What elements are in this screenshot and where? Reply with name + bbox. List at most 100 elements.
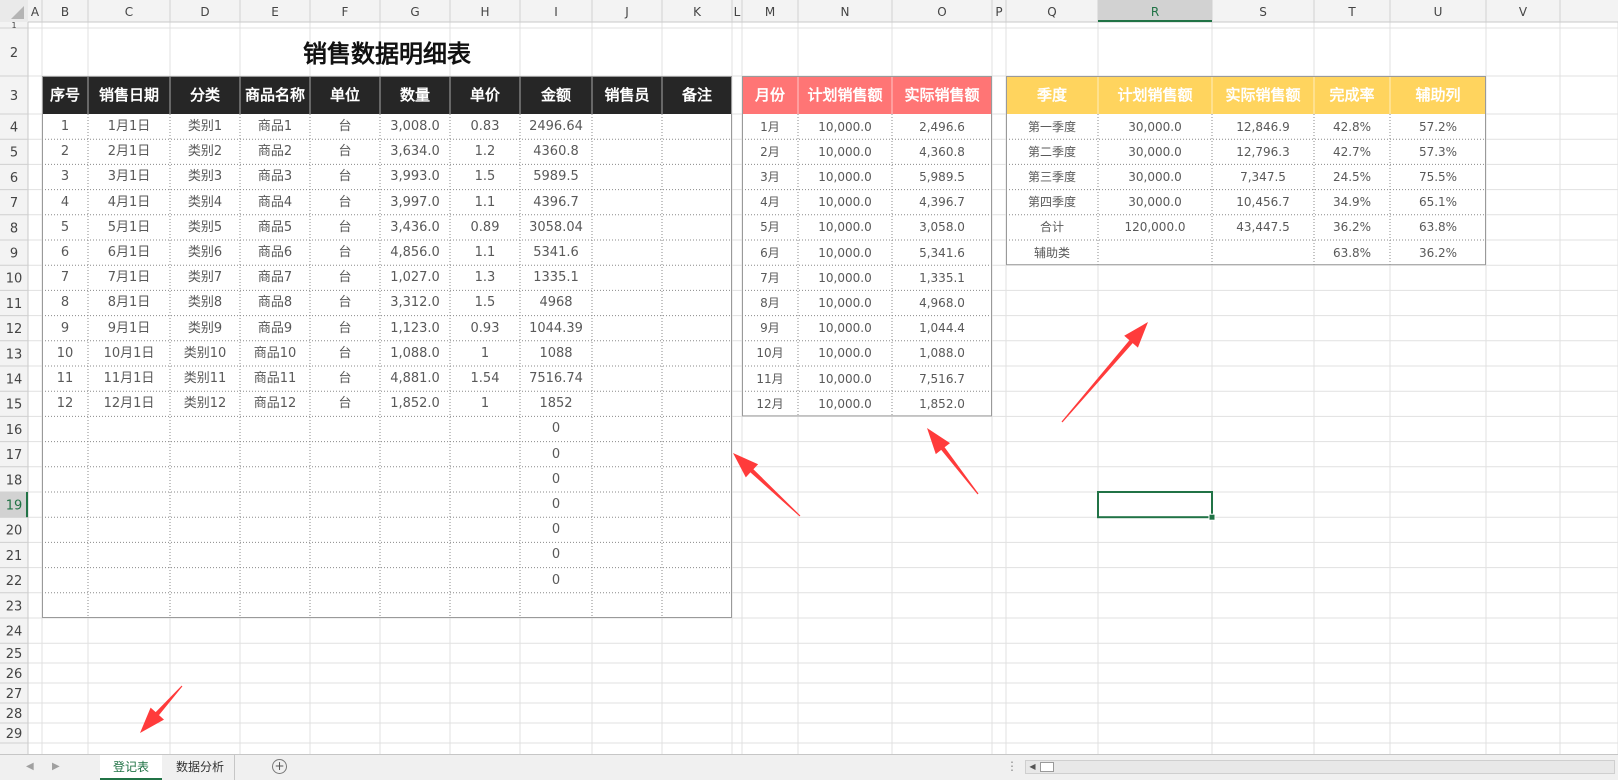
table1-cell[interactable]: 台 xyxy=(310,240,380,265)
table1-cell[interactable]: 类别8 xyxy=(170,290,240,315)
table3-cell[interactable]: 7,347.5 xyxy=(1212,164,1314,189)
table1-cell[interactable]: 3,997.0 xyxy=(380,190,450,215)
table2-cell[interactable]: 2月 xyxy=(742,139,798,164)
fill-handle[interactable] xyxy=(1208,513,1216,521)
table3-cell[interactable]: 43,447.5 xyxy=(1212,215,1314,240)
table2-cell[interactable]: 10,000.0 xyxy=(798,366,892,391)
table2-cell[interactable]: 8月 xyxy=(742,290,798,315)
table1-cell[interactable]: 商品8 xyxy=(240,290,310,315)
table1-cell[interactable]: 3,993.0 xyxy=(380,164,450,189)
table1-cell[interactable]: 类别4 xyxy=(170,190,240,215)
table1-cell[interactable]: 7月1日 xyxy=(88,265,170,290)
table1-cell[interactable]: 10月1日 xyxy=(88,341,170,366)
table1-cell[interactable]: 台 xyxy=(310,290,380,315)
table1-cell[interactable]: 1.2 xyxy=(450,139,520,164)
table3-cell[interactable]: 75.5% xyxy=(1390,164,1486,189)
table3-cell[interactable]: 63.8% xyxy=(1314,240,1390,265)
table1-cell[interactable]: 类别1 xyxy=(170,114,240,139)
table1-cell[interactable]: 0.89 xyxy=(450,215,520,240)
table1-cell[interactable]: 5341.6 xyxy=(520,240,592,265)
table2-cell[interactable]: 10,000.0 xyxy=(798,114,892,139)
column-header-n[interactable]: N xyxy=(841,5,850,19)
column-header-k[interactable]: K xyxy=(693,5,702,19)
table1-cell[interactable]: 3月1日 xyxy=(88,164,170,189)
row-header-16[interactable]: 16 xyxy=(6,423,23,438)
table1-cell[interactable]: 1.5 xyxy=(450,290,520,315)
table2-cell[interactable]: 1,852.0 xyxy=(892,391,992,416)
table2-cell[interactable]: 4,396.7 xyxy=(892,190,992,215)
table1-cell[interactable]: 3058.04 xyxy=(520,215,592,240)
column-header-l[interactable]: L xyxy=(734,5,741,19)
row-header-15[interactable]: 15 xyxy=(6,398,23,413)
table1-cell[interactable]: 台 xyxy=(310,341,380,366)
column-header-p[interactable]: P xyxy=(995,5,1002,19)
table1-cell[interactable]: 5989.5 xyxy=(520,164,592,189)
table3-cell[interactable]: 30,000.0 xyxy=(1098,190,1212,215)
table1-cell[interactable]: 1044.39 xyxy=(520,316,592,341)
table1-cell[interactable]: 类别7 xyxy=(170,265,240,290)
table1-cell[interactable]: 1,852.0 xyxy=(380,391,450,416)
table3-cell[interactable]: 34.9% xyxy=(1314,190,1390,215)
column-header-u[interactable]: U xyxy=(1434,5,1443,19)
row-header-21[interactable]: 21 xyxy=(6,549,23,564)
table1-cell[interactable]: 4,856.0 xyxy=(380,240,450,265)
table1-cell[interactable]: 8 xyxy=(42,290,88,315)
table3-cell[interactable]: 辅助类 xyxy=(1006,240,1098,265)
table1-cell[interactable]: 7 xyxy=(42,265,88,290)
table2-cell[interactable]: 1,044.4 xyxy=(892,316,992,341)
column-header-h[interactable]: H xyxy=(480,5,489,19)
row-header-19[interactable]: 19 xyxy=(6,499,23,514)
table1-cell[interactable]: 0 xyxy=(520,442,592,467)
table2-cell[interactable]: 10,000.0 xyxy=(798,240,892,265)
row-header-11[interactable]: 11 xyxy=(6,297,23,312)
table1-cell[interactable]: 1月1日 xyxy=(88,114,170,139)
row-header-20[interactable]: 20 xyxy=(6,524,23,539)
table1-cell[interactable]: 3,008.0 xyxy=(380,114,450,139)
table2-cell[interactable]: 5,341.6 xyxy=(892,240,992,265)
table1-cell[interactable]: 类别3 xyxy=(170,164,240,189)
table3-cell[interactable]: 12,796.3 xyxy=(1212,139,1314,164)
table3-cell[interactable]: 36.2% xyxy=(1390,240,1486,265)
column-header-m[interactable]: M xyxy=(765,5,775,19)
column-header-i[interactable]: I xyxy=(554,5,558,19)
table1-cell[interactable]: 商品10 xyxy=(240,341,310,366)
column-header-a[interactable]: A xyxy=(31,5,40,19)
table1-cell[interactable]: 4968 xyxy=(520,290,592,315)
row-header-3[interactable]: 3 xyxy=(10,89,18,104)
table1-cell[interactable]: 台 xyxy=(310,139,380,164)
table2-cell[interactable]: 5,989.5 xyxy=(892,164,992,189)
table1-cell[interactable]: 0 xyxy=(520,517,592,542)
table1-cell[interactable]: 3,312.0 xyxy=(380,290,450,315)
table1-cell[interactable]: 商品11 xyxy=(240,366,310,391)
column-header-t[interactable]: T xyxy=(1347,5,1356,19)
table3-cell[interactable]: 第一季度 xyxy=(1006,114,1098,139)
column-header-e[interactable]: E xyxy=(271,5,279,19)
scrollbar-thumb[interactable] xyxy=(1040,762,1054,772)
row-header-22[interactable]: 22 xyxy=(6,574,23,589)
table1-cell[interactable]: 商品3 xyxy=(240,164,310,189)
row-header-2[interactable]: 2 xyxy=(10,46,18,61)
table2-cell[interactable]: 4,360.8 xyxy=(892,139,992,164)
table2-cell[interactable]: 4,968.0 xyxy=(892,290,992,315)
table1-cell[interactable]: 6月1日 xyxy=(88,240,170,265)
table1-cell[interactable]: 台 xyxy=(310,265,380,290)
table1-cell[interactable]: 0 xyxy=(520,568,592,593)
table1-cell[interactable]: 5 xyxy=(42,215,88,240)
column-header-q[interactable]: Q xyxy=(1047,5,1056,19)
column-header-j[interactable]: J xyxy=(624,5,629,19)
table3-cell[interactable]: 24.5% xyxy=(1314,164,1390,189)
table1-cell[interactable]: 9月1日 xyxy=(88,316,170,341)
table1-cell[interactable]: 0.83 xyxy=(450,114,520,139)
add-sheet-icon[interactable]: + xyxy=(272,759,287,774)
table1-cell[interactable]: 台 xyxy=(310,316,380,341)
table1-cell[interactable]: 1.1 xyxy=(450,190,520,215)
table1-cell[interactable]: 0 xyxy=(520,542,592,567)
horizontal-scrollbar[interactable]: ◀ xyxy=(1025,760,1615,774)
table1-cell[interactable]: 类别12 xyxy=(170,391,240,416)
table1-cell[interactable]: 商品2 xyxy=(240,139,310,164)
table2-cell[interactable]: 5月 xyxy=(742,215,798,240)
table1-cell[interactable]: 商品4 xyxy=(240,190,310,215)
table2-cell[interactable]: 6月 xyxy=(742,240,798,265)
table1-cell[interactable]: 5月1日 xyxy=(88,215,170,240)
column-header-g[interactable]: G xyxy=(410,5,419,19)
